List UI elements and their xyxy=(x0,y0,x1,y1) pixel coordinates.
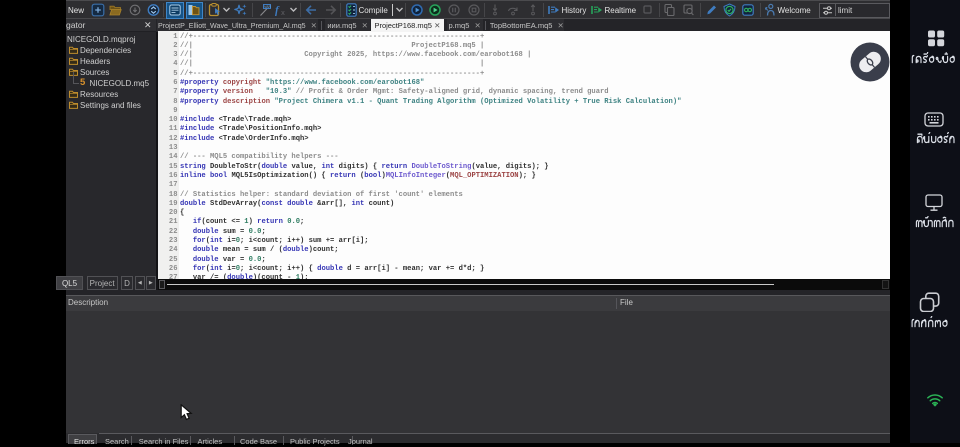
svg-text:x: x xyxy=(281,10,285,17)
svg-text:f: f xyxy=(275,5,280,17)
svg-text:VAR: VAR xyxy=(264,5,271,9)
